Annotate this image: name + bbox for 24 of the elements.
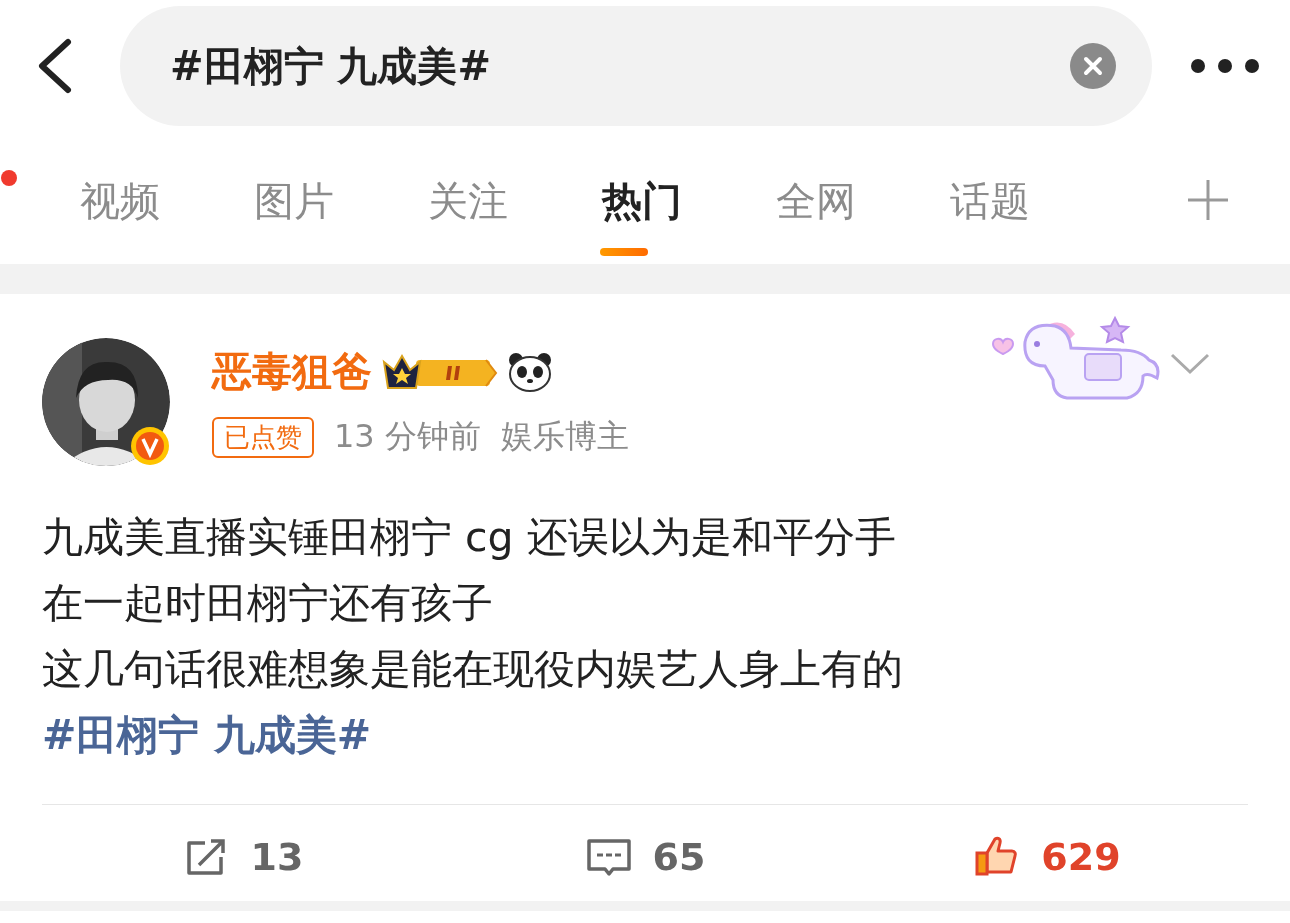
more-icon[interactable] [1190,56,1260,76]
author-name[interactable]: 恶毒狙爸 [212,344,372,399]
notification-dot [1,170,17,186]
active-tab-indicator [600,248,648,256]
clear-icon[interactable] [1070,43,1116,89]
comment-button[interactable]: 65 [444,833,846,881]
search-field[interactable]: #田栩宁 九成美# [120,6,1152,126]
verified-badge-icon [130,426,170,466]
repost-button[interactable]: 13 [42,833,444,881]
liked-tag: 已点赞 [212,416,314,458]
add-icon[interactable] [1186,178,1230,222]
like-button[interactable]: 629 [846,833,1248,881]
post-text: 九成美直播实锤田栩宁 cg 还误以为是和平分手 在一起时田栩宁还有孩子 这几句话很难想象是能在现役内娱艺人身上有的 #田栩宁 九成美# [42,504,1248,768]
panda-icon [508,351,552,392]
tab[interactable]: 热门 [602,132,776,264]
post-time: 13 分钟前 [334,416,481,457]
tab[interactable]: 视频 [80,132,254,264]
author-category: 娱乐博主 [500,416,629,457]
chevron-down-icon[interactable] [1170,352,1210,376]
tab[interactable]: 图片 [254,132,428,264]
tab[interactable]: 话题 [950,132,1124,264]
tab[interactable]: 全网 [776,132,950,264]
tab[interactable]: 关注 [428,132,602,264]
hashtag-link[interactable]: #田栩宁 九成美# [42,702,371,768]
